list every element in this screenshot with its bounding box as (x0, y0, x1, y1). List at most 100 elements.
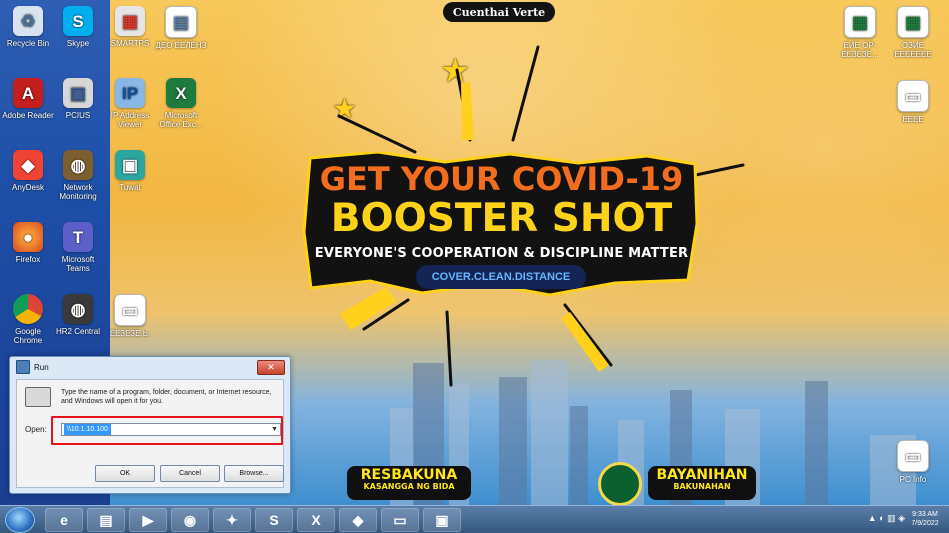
clock-time: 9:33 AM (912, 511, 938, 518)
desktop-icon-label: Microsoft Teams (61, 255, 95, 273)
run-icon (16, 360, 30, 374)
desktop-icon-label: ЕЕЕЕ (902, 115, 924, 124)
desktop-icon-label: ЕИЕ ОР-ЕЕЗЕЗЕ... (841, 41, 879, 59)
open-field-highlight (51, 416, 283, 445)
close-button[interactable]: ✕ (257, 360, 285, 375)
tool-icon: ✦ (226, 511, 238, 528)
poster-slogan: COVER.CLEAN.DISTANCE (416, 265, 586, 289)
right-excel-shortcut-2[interactable]: ▦ ОЗИЕ ЕЕЕЕЕЕЕ (887, 6, 939, 59)
system-tray[interactable]: ▲ ◐ ▥ ◈ (868, 513, 905, 524)
desktop-icon-label: Firefox (15, 255, 41, 264)
pcius-shortcut[interactable]: ▣ PCIUS (52, 78, 104, 120)
government-seal-icon (598, 462, 642, 505)
media-icon: ▶ (142, 511, 154, 528)
poster-line-1: GET YOUR COVID-19 (319, 160, 684, 198)
ip-address-viewer-shortcut[interactable]: IP IP Address Viewer (104, 78, 156, 129)
taskbar-app-media[interactable]: ▶ (129, 508, 167, 532)
excel-icon: X (311, 512, 321, 528)
resbakuna-subtitle: KASANGGA NG BIDA (363, 482, 455, 491)
taskbar-app-monitor[interactable]: ▣ (423, 508, 461, 532)
right-excel-shortcut[interactable]: ▦ ЕИЕ ОР-ЕЕЗЕЗЕ... (834, 6, 886, 59)
anydesk-icon: ◆ (352, 511, 364, 528)
taskbar-app-skype[interactable]: S (255, 508, 293, 532)
desktop-icon-label: Skype (66, 39, 90, 48)
desktop-icon-label: ДЕО ЕЕЛЕНЗ (155, 41, 207, 50)
taskbar-app-tool[interactable]: ✦ (213, 508, 251, 532)
ok-button[interactable]: OK (95, 465, 155, 482)
globe-icon: ◍ (63, 150, 93, 180)
bayanihan-logo: BAYANIHAN BAKUNAHAN (648, 466, 756, 500)
desktop-icon-label: ЕЕЗЕЗЕ.Ь. (109, 329, 151, 338)
excel-file-icon: ▦ (844, 6, 876, 38)
desktop-icon-label: Tuwat (119, 183, 141, 192)
skype-icon: S (63, 6, 93, 36)
chrome-icon: ◉ (183, 511, 197, 528)
hr2-central-shortcut[interactable]: ◍ HR2 Central (52, 294, 104, 336)
ip-address-icon: IP (115, 78, 145, 108)
right-file-shortcut[interactable]: ▭ ЕЕЕЕ (887, 80, 939, 124)
taskbar-app-anydesk[interactable]: ◆ (339, 508, 377, 532)
pc-info-shortcut[interactable]: ▭ PC Info (887, 440, 939, 484)
monitor-icon: ▣ (435, 511, 449, 528)
desktop-icon-label: IP Address Viewer (110, 111, 150, 129)
covid-poster: GET YOUR COVID-19 BOOSTER SHOT EVERYONE'… (300, 152, 703, 298)
clock[interactable]: 9:33 AM 7/9/2022 (907, 510, 943, 528)
folder-icon: ▤ (99, 511, 113, 528)
run-program-icon (25, 387, 51, 407)
teams-icon: T (63, 222, 93, 252)
run-dialog-titlebar: Run (10, 357, 290, 377)
taskbar-app-chrome[interactable]: ◉ (171, 508, 209, 532)
hr-icon: ◍ (63, 294, 93, 324)
run-description: Type the name of a program, folder, docu… (61, 389, 272, 405)
taskbar-app-folder[interactable]: ▤ (87, 508, 125, 532)
desktop-icon-label: Recycle Bin (6, 39, 50, 48)
anydesk-shortcut[interactable]: ◆ AnyDesk (2, 150, 54, 192)
poster-line-2: BOOSTER SHOT (330, 196, 673, 241)
smartps-shortcut[interactable]: ▦ SMARTPS (104, 6, 156, 48)
firefox-shortcut[interactable]: ● Firefox (2, 222, 54, 264)
anydesk-icon: ◆ (13, 150, 43, 180)
skype-shortcut[interactable]: S Skype (52, 6, 104, 48)
recycle-bin-shortcut[interactable]: ♻ Recycle Bin (2, 6, 54, 48)
taskbar-app-excel[interactable]: X (297, 508, 335, 532)
window-icon: ▭ (393, 511, 407, 528)
taskbar: e ▤ ▶ ◉ ✦ S X ◆ ▭ ▣ ▲ ◐ ▥ ◈ 9:33 AM 7/9/… (0, 505, 949, 533)
open-label: Open: (25, 425, 47, 434)
smartps-icon: ▦ (115, 6, 145, 36)
document-icon: ▤ (165, 6, 197, 38)
desktop-icon-label: SMARTPS (110, 39, 150, 48)
firefox-icon: ● (13, 222, 43, 252)
chrome-icon (13, 294, 43, 324)
recycle-bin-icon: ♻ (13, 6, 43, 36)
taskbar-app-window[interactable]: ▭ (381, 508, 419, 532)
teal-box-icon: ▣ (115, 150, 145, 180)
desktop-icon-label: ОЗИЕ ЕЕЕЕЕЕЕ (894, 41, 932, 59)
skype-icon: S (269, 512, 279, 528)
file-icon: ▭ (114, 294, 146, 326)
taskbar-app-ie[interactable]: e (45, 508, 83, 532)
desktop-icon-label: PC Info (899, 475, 927, 484)
teams-shortcut[interactable]: T Microsoft Teams (52, 222, 104, 273)
resbakuna-logo: RESBAKUNA KASANGGA NG BIDA (347, 466, 471, 500)
document-shortcut[interactable]: ▤ ДЕО ЕЕЛЕНЗ (155, 6, 207, 50)
clock-date: 7/9/2022 (911, 520, 939, 527)
excel-file-icon: ▦ (897, 6, 929, 38)
excel-icon: X (166, 78, 196, 108)
chrome-shortcut[interactable]: Google Chrome (2, 294, 54, 345)
desktop-icon-label: Adobe Reader (2, 111, 54, 120)
adobe-reader-shortcut[interactable]: A Adobe Reader (2, 78, 54, 120)
desktop-icon-label: Network Monitoring (59, 183, 97, 201)
poster-line-3: EVERYONE'S COOPERATION & DISCIPLINE MATT… (314, 246, 689, 261)
file-shortcut[interactable]: ▭ ЕЕЗЕЗЕ.Ь. (104, 294, 156, 338)
ie-icon: e (60, 512, 68, 528)
browse-button[interactable]: Browse... (224, 465, 284, 482)
tuwat-shortcut[interactable]: ▣ Tuwat (104, 150, 156, 192)
desktop-icon-label: PCIUS (65, 111, 91, 120)
cancel-button[interactable]: Cancel (160, 465, 220, 482)
file-icon: ▭ (897, 440, 929, 472)
file-icon: ▭ (897, 80, 929, 112)
excel-shortcut[interactable]: X Microsoft Office Exc... (155, 78, 207, 129)
start-button[interactable] (5, 507, 35, 533)
network-monitoring-shortcut[interactable]: ◍ Network Monitoring (52, 150, 104, 201)
desktop-icon-label: Google Chrome (13, 327, 43, 345)
